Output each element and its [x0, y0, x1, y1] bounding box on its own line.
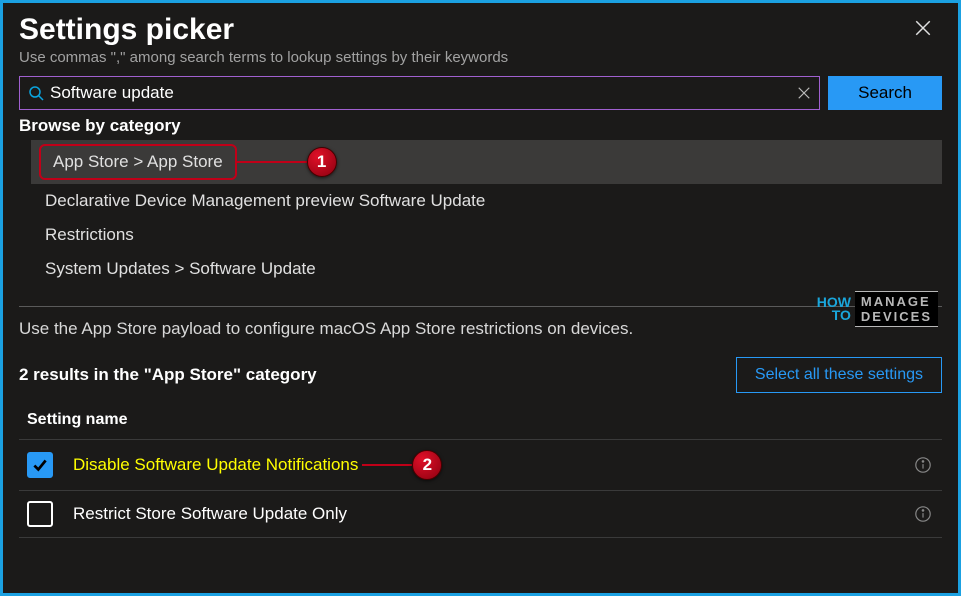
setting-row[interactable]: Restrict Store Software Update Only: [19, 490, 942, 538]
info-icon[interactable]: [914, 456, 932, 474]
setting-checkbox[interactable]: [27, 452, 53, 478]
info-icon[interactable]: [914, 505, 932, 523]
category-ddm-software-update[interactable]: Declarative Device Management preview So…: [31, 184, 942, 218]
search-input[interactable]: [50, 83, 797, 103]
category-system-updates[interactable]: System Updates > Software Update: [31, 252, 942, 286]
category-app-store[interactable]: App Store > App Store: [39, 144, 237, 180]
search-box[interactable]: [19, 76, 820, 110]
setting-label: Disable Software Update Notifications: [73, 455, 358, 475]
page-subtitle: Use commas "," among search terms to loo…: [19, 49, 942, 66]
select-all-button[interactable]: Select all these settings: [736, 357, 942, 393]
close-button[interactable]: [914, 19, 934, 39]
results-summary: 2 results in the "App Store" category: [19, 365, 317, 385]
setting-row[interactable]: Disable Software Update Notifications 2: [19, 439, 942, 490]
search-button[interactable]: Search: [828, 76, 942, 110]
clear-search-icon[interactable]: [797, 86, 811, 100]
browse-heading: Browse by category: [19, 116, 942, 136]
section-divider: [19, 306, 942, 307]
watermark-logo: HOW TO MANAGE DEVICES: [817, 291, 938, 327]
search-icon: [28, 85, 44, 101]
category-description: Use the App Store payload to configure m…: [19, 319, 942, 339]
page-title: Settings picker: [19, 13, 942, 47]
setting-checkbox[interactable]: [27, 501, 53, 527]
column-header-setting-name: Setting name: [19, 407, 942, 439]
annotation-callout-2: 2: [362, 450, 442, 480]
setting-label: Restrict Store Software Update Only: [73, 504, 347, 524]
category-restrictions[interactable]: Restrictions: [31, 218, 942, 252]
annotation-callout-1: 1: [237, 147, 337, 177]
